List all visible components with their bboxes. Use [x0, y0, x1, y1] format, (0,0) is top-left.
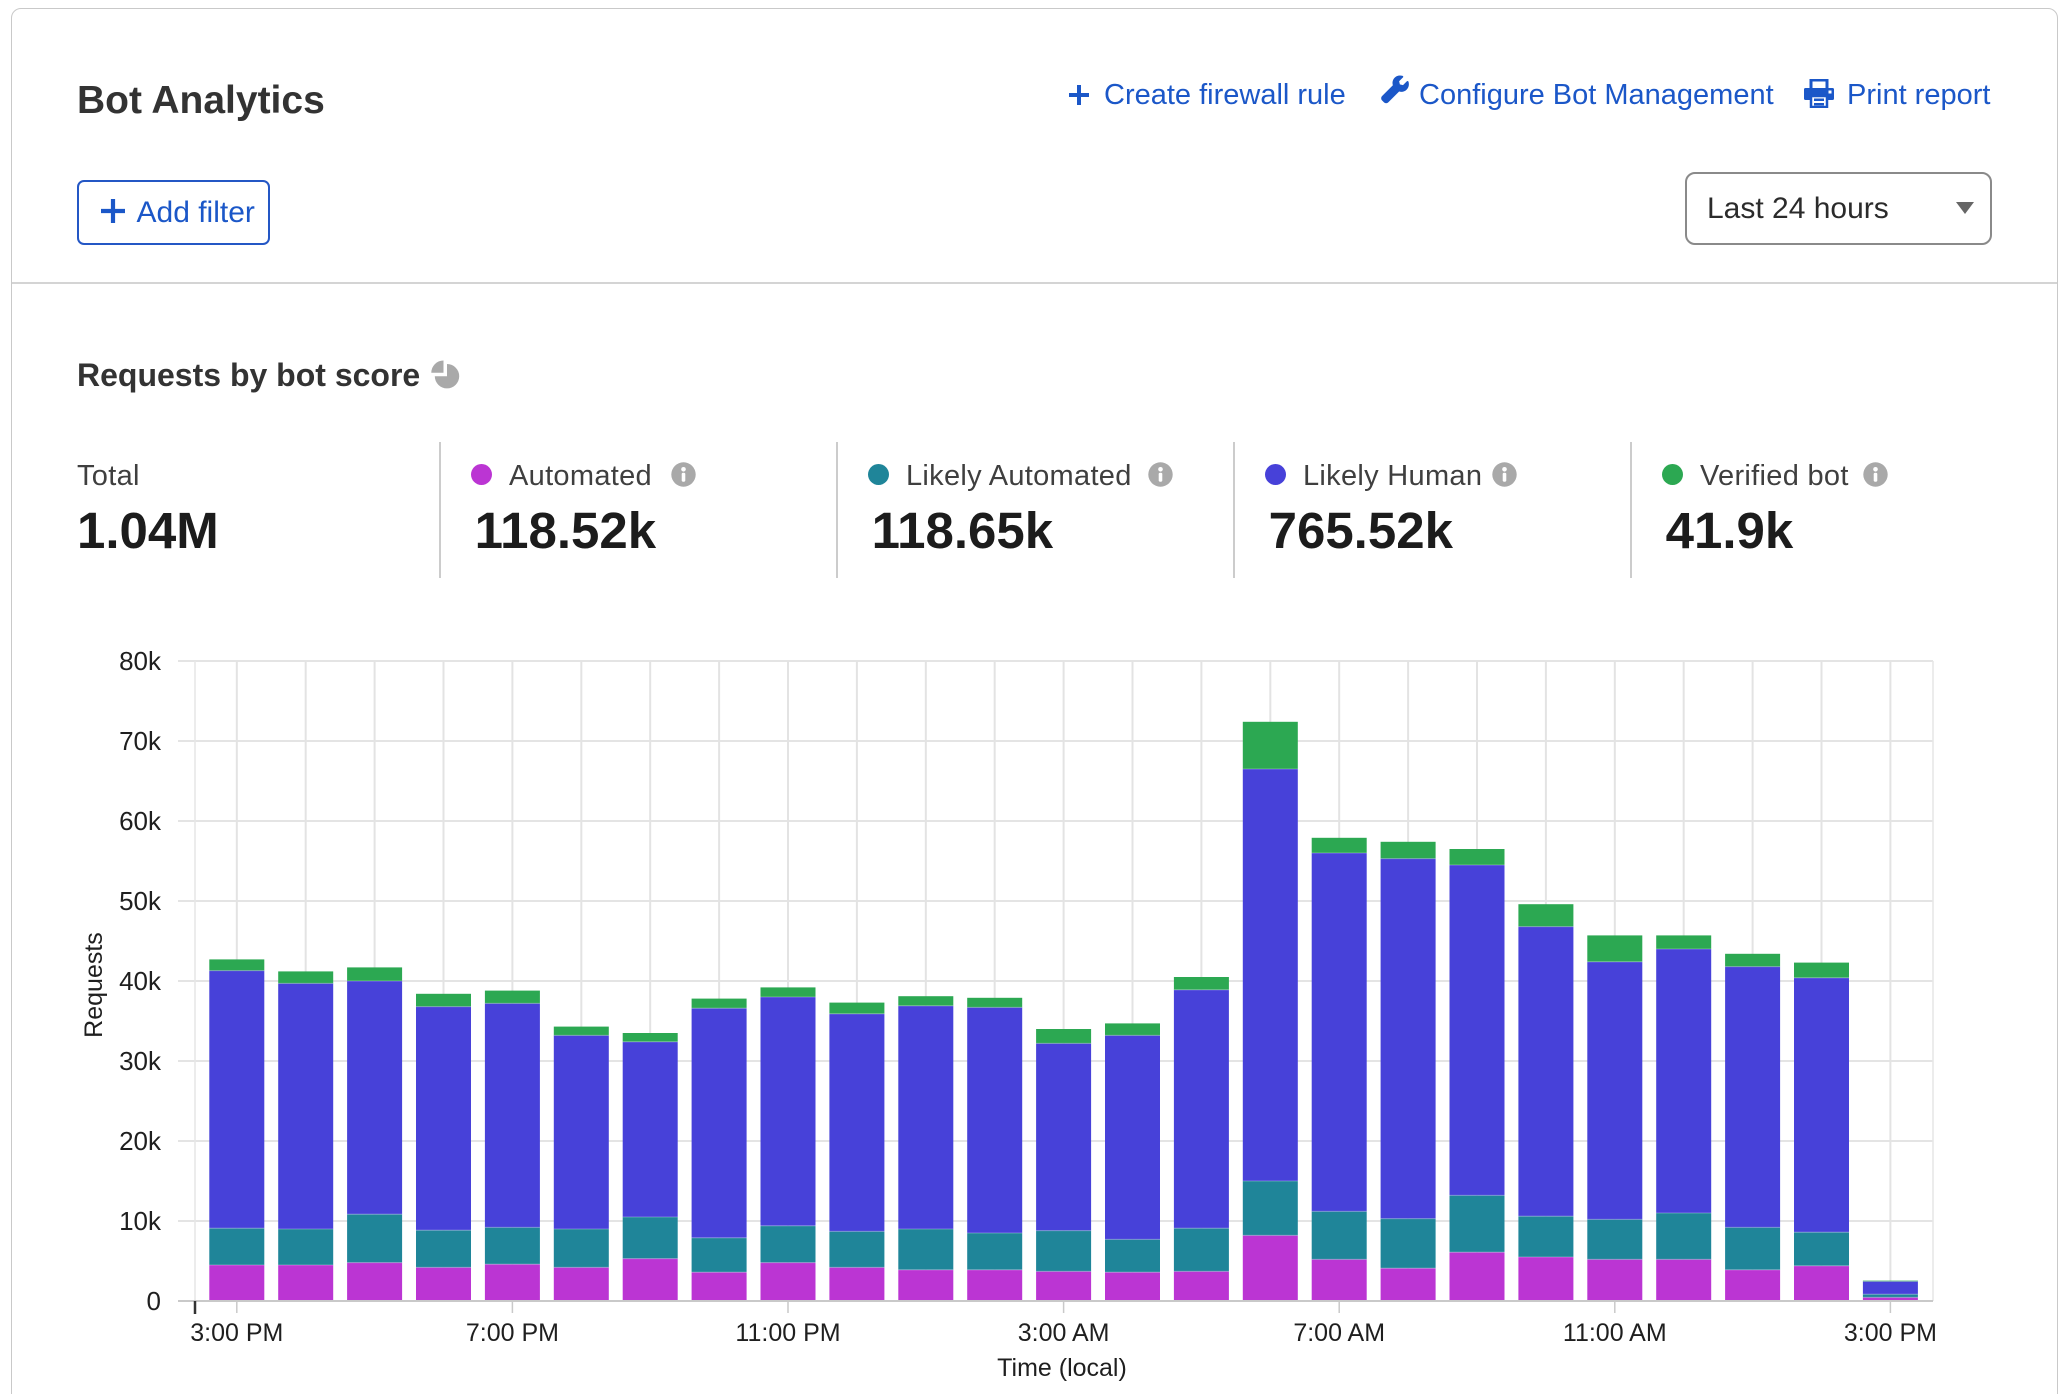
svg-text:Requests: Requests — [80, 932, 108, 1038]
svg-text:70k: 70k — [119, 726, 162, 756]
svg-text:20k: 20k — [119, 1126, 162, 1156]
svg-text:3:00 PM: 3:00 PM — [190, 1319, 283, 1347]
svg-text:50k: 50k — [119, 886, 162, 916]
svg-text:3:00 AM: 3:00 AM — [1018, 1319, 1110, 1347]
svg-text:7:00 PM: 7:00 PM — [466, 1319, 559, 1347]
svg-text:60k: 60k — [119, 806, 162, 836]
svg-text:40k: 40k — [119, 966, 162, 996]
svg-text:11:00 AM: 11:00 AM — [1563, 1319, 1667, 1347]
svg-text:10k: 10k — [119, 1206, 162, 1236]
svg-text:11:00 PM: 11:00 PM — [735, 1319, 840, 1347]
svg-text:0: 0 — [147, 1286, 161, 1316]
svg-text:7:00 AM: 7:00 AM — [1293, 1319, 1385, 1347]
svg-text:30k: 30k — [119, 1046, 162, 1076]
svg-text:3:00 PM: 3:00 PM — [1844, 1319, 1937, 1347]
svg-text:80k: 80k — [119, 646, 162, 676]
svg-text:Time (local): Time (local) — [997, 1354, 1127, 1382]
